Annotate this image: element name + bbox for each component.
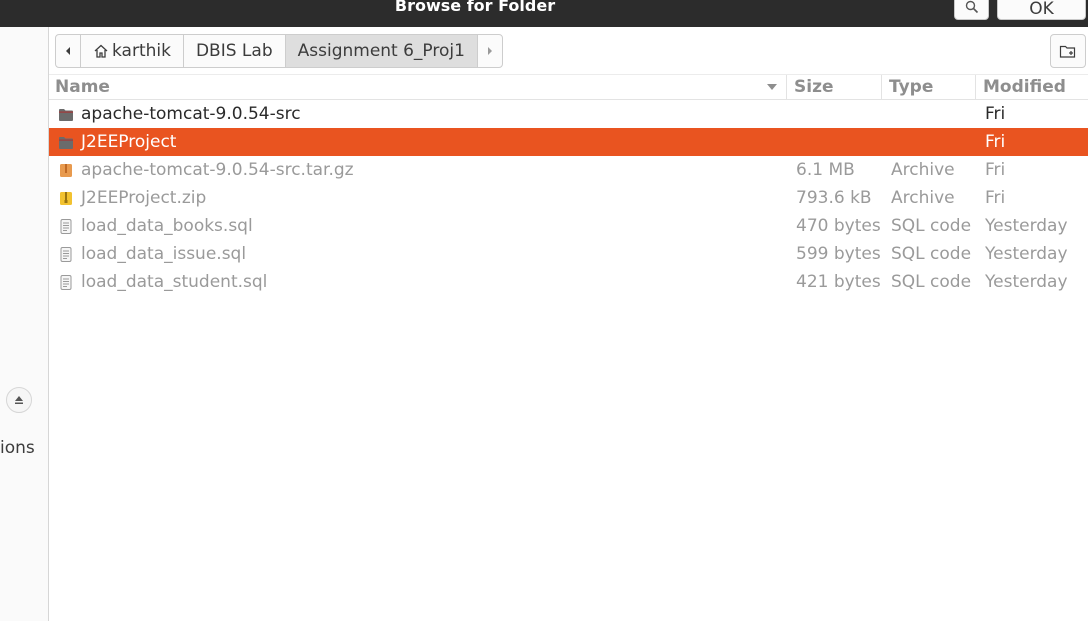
file-modified: Fri [985, 132, 1006, 152]
file-type: Archive [891, 160, 955, 180]
column-size[interactable]: Size [788, 75, 882, 100]
eject-button[interactable] [6, 387, 32, 413]
chevron-right-icon [487, 47, 492, 55]
places-sidebar: ions [0, 27, 49, 621]
file-modified: Yesterday [985, 244, 1068, 264]
file-name: J2EEProject.zip [81, 188, 207, 208]
new-folder-button[interactable] [1050, 34, 1086, 68]
path-segment-label: karthik [112, 41, 171, 61]
column-type[interactable]: Type [883, 75, 976, 100]
eject-icon [15, 396, 23, 404]
search-button[interactable] [954, 0, 989, 20]
file-modified: Fri [985, 104, 1006, 124]
new-folder-icon [1059, 45, 1076, 58]
file-modified: Fri [985, 188, 1006, 208]
file-size: 421 bytes [796, 272, 881, 292]
column-modified[interactable]: Modified [977, 75, 1088, 100]
path-scroll-left-button[interactable] [56, 35, 81, 67]
sort-descending-icon [767, 84, 777, 90]
file-modified: Fri [985, 160, 1006, 180]
file-row[interactable]: load_data_student.sql 421 bytes SQL code… [49, 268, 1088, 296]
file-name: apache-tomcat-9.0.54-src [81, 104, 301, 124]
file-row[interactable]: load_data_issue.sql 599 bytes SQL code Y… [49, 240, 1088, 268]
chevron-left-icon [66, 47, 70, 55]
header-bar: Browse for Folder OK [0, 0, 1088, 27]
file-name: load_data_issue.sql [81, 244, 247, 264]
file-row[interactable]: apache-tomcat-9.0.54-src Fri [49, 100, 1088, 128]
file-row[interactable]: apache-tomcat-9.0.54-src.tar.gz 6.1 MB A… [49, 156, 1088, 184]
text-file-icon [60, 219, 72, 234]
file-name: J2EEProject [81, 132, 177, 152]
file-size: 599 bytes [796, 244, 881, 264]
file-name: load_data_books.sql [81, 216, 253, 236]
window-title: Browse for Folder [394, 0, 556, 15]
path-bar: karthik DBIS Lab Assignment 6_Proj1 [55, 34, 503, 68]
path-segment-home[interactable]: karthik [81, 35, 184, 67]
file-modified: Yesterday [985, 272, 1068, 292]
file-type: SQL code [891, 272, 972, 292]
home-icon [94, 44, 108, 58]
file-type: SQL code [891, 244, 972, 264]
column-header: Name Size Type Modified [49, 74, 1088, 100]
file-row-selected[interactable]: J2EEProject Fri [49, 128, 1088, 156]
archive-icon [60, 164, 72, 177]
column-name[interactable]: Name [49, 75, 787, 100]
file-list: apache-tomcat-9.0.54-src Fri J2EEProject… [49, 100, 1088, 296]
file-row[interactable]: J2EEProject.zip 793.6 kB Archive Fri [49, 184, 1088, 212]
file-size: 6.1 MB [796, 160, 855, 180]
file-type: Archive [891, 188, 955, 208]
folder-icon [59, 137, 73, 149]
file-type: SQL code [891, 216, 972, 236]
text-file-icon [60, 275, 72, 290]
file-row[interactable]: load_data_books.sql 470 bytes SQL code Y… [49, 212, 1088, 240]
ok-button[interactable]: OK [997, 0, 1086, 20]
path-scroll-right-button[interactable] [478, 35, 502, 67]
file-modified: Yesterday [985, 216, 1068, 236]
search-icon [965, 0, 978, 14]
file-name: apache-tomcat-9.0.54-src.tar.gz [81, 160, 354, 180]
path-segment[interactable]: DBIS Lab [184, 35, 286, 67]
sidebar-item-label[interactable]: ions [0, 438, 35, 458]
file-name: load_data_student.sql [81, 272, 268, 292]
zip-icon [60, 192, 72, 205]
file-size: 793.6 kB [796, 188, 872, 208]
path-segment-current[interactable]: Assignment 6_Proj1 [285, 35, 478, 67]
folder-icon [59, 109, 73, 121]
file-size: 470 bytes [796, 216, 881, 236]
text-file-icon [60, 247, 72, 262]
